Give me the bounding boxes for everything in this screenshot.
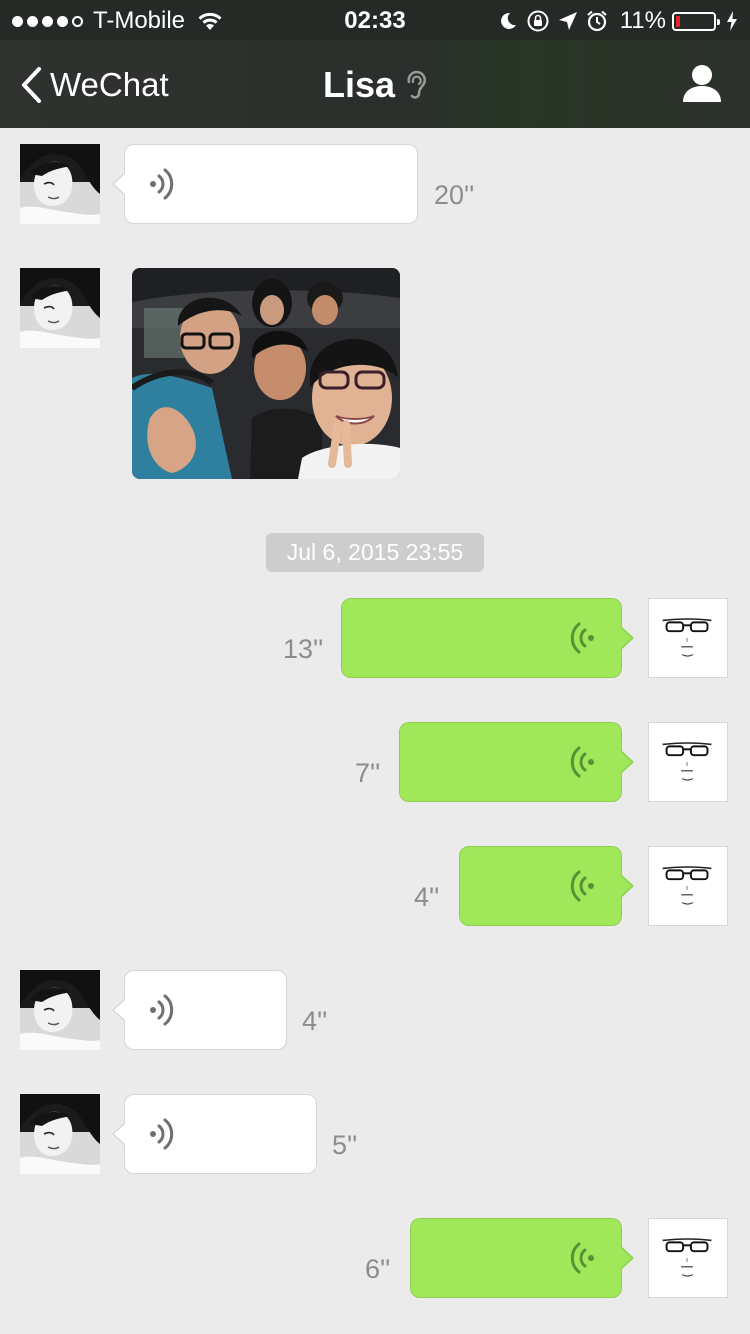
contact-profile-button[interactable] [682,64,722,107]
battery-percent: 11% [619,7,666,34]
my-avatar[interactable] [648,722,728,802]
voice-wave-icon [567,745,597,779]
moon-icon [500,12,516,29]
lisa-avatar[interactable] [20,144,100,224]
voice-duration: 4'' [414,882,440,912]
voice-message-incoming[interactable] [112,1094,317,1174]
ear-icon [407,70,426,99]
voice-wave-icon [147,993,177,1027]
my-avatar-image [649,847,727,925]
lisa-avatar[interactable] [20,1094,100,1174]
battery-fill [676,15,680,27]
chat-title: Lisa [0,64,750,106]
my-avatar[interactable] [648,1218,728,1298]
lisa-avatar-image [20,1094,100,1174]
voice-wave-icon [567,621,597,655]
voice-wave-icon [147,167,177,201]
chat-title-text: Lisa [322,64,396,105]
voice-message-outgoing[interactable] [341,598,634,678]
group-selfie-photo [132,268,400,479]
lisa-avatar-image [20,144,100,224]
voice-duration: 4'' [302,1006,328,1036]
battery-nub [717,18,720,25]
my-avatar-image [649,599,727,677]
lisa-avatar-image [20,970,100,1050]
voice-duration: 5'' [332,1130,358,1160]
alarm-icon [587,10,607,32]
status-bar: T-Mobile 02:33 11% [0,0,750,40]
my-avatar-image [649,1219,727,1297]
my-avatar[interactable] [648,598,728,678]
charging-bolt-icon [727,11,737,31]
person-icon [683,65,721,102]
voice-message-incoming[interactable] [112,144,418,224]
lisa-avatar[interactable] [20,268,100,348]
voice-wave-icon [147,1117,177,1151]
voice-duration: 7'' [355,758,381,788]
voice-duration: 13'' [283,634,324,664]
my-avatar-image [649,723,727,801]
timestamp-divider: Jul 6, 2015 23:55 [266,533,484,572]
voice-duration: 20'' [434,180,475,210]
location-arrow-icon [558,12,577,30]
voice-wave-icon [567,1241,597,1275]
voice-message-outgoing[interactable] [399,722,634,802]
voice-wave-icon [567,869,597,903]
lisa-avatar-image [20,268,100,348]
voice-message-outgoing[interactable] [410,1218,634,1298]
photo-message[interactable] [132,268,400,479]
nav-bar: WeChat Lisa [0,40,750,128]
rotation-lock-icon [527,10,549,32]
my-avatar[interactable] [648,846,728,926]
voice-duration: 6'' [365,1254,391,1284]
lisa-avatar[interactable] [20,970,100,1050]
voice-message-incoming[interactable] [112,970,287,1050]
voice-message-outgoing[interactable] [459,846,634,926]
status-icons: 11% [490,7,738,35]
battery-icon [672,11,720,31]
